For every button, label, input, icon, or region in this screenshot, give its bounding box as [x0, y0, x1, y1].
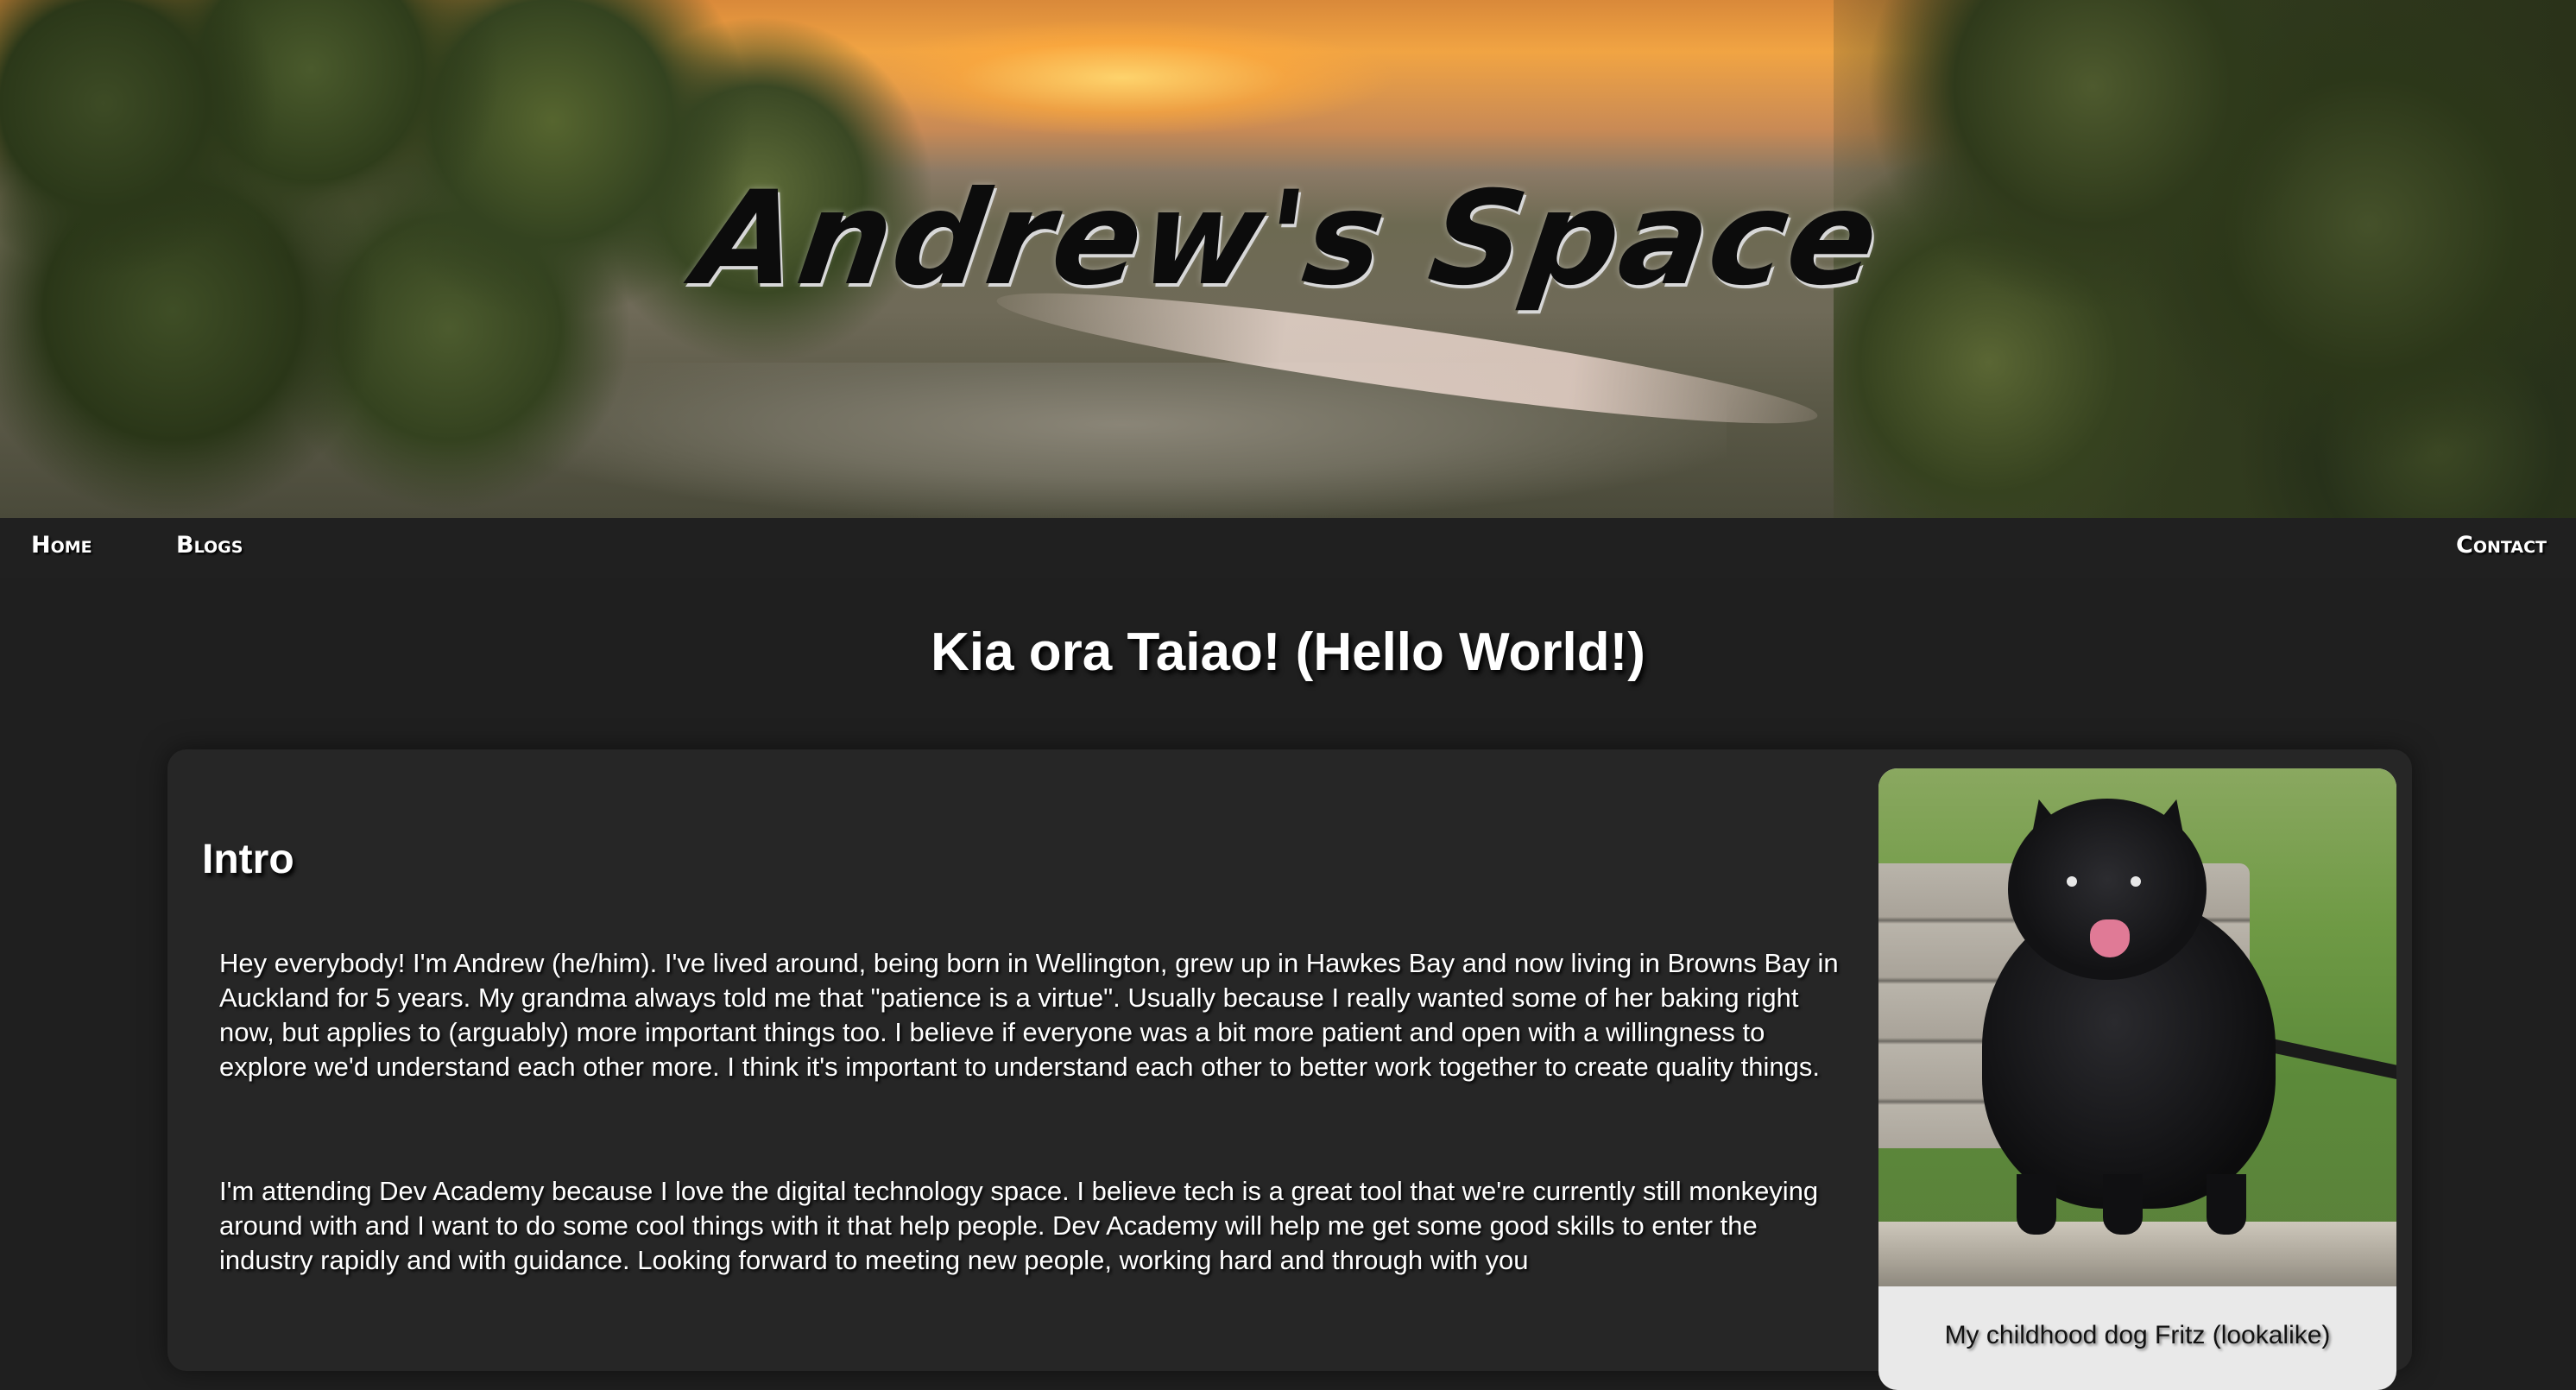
intro-paragraph-1: Hey everybody! I'm Andrew (he/him). I've…	[219, 948, 1839, 1082]
dog-photo-card: My childhood dog Fritz (lookalike)	[1878, 768, 2396, 1390]
dog-leg	[2207, 1174, 2246, 1235]
dog-eye-right	[2131, 876, 2141, 887]
nav-link-contact[interactable]: Contact	[2456, 532, 2547, 559]
intro-card: Intro Hey everybody! I'm Andrew (he/him)…	[167, 749, 2412, 1390]
dog-photo	[1878, 768, 2396, 1286]
page-title: Kia ora Taiao! (Hello World!)	[931, 622, 1645, 682]
dog-eye-left	[2067, 876, 2077, 887]
dog-leg	[2017, 1174, 2056, 1235]
bench-seat	[1878, 1222, 2396, 1286]
dog-tongue	[2090, 919, 2130, 957]
nav-link-blogs[interactable]: Blogs	[176, 532, 243, 559]
photo-caption: My childhood dog Fritz (lookalike)	[1944, 1321, 2331, 1349]
header-banner: Andrew's Space	[0, 0, 2576, 518]
intro-paragraph-2: I'm attending Dev Academy because I love…	[219, 1176, 1819, 1275]
nav-link-home[interactable]: Home	[31, 532, 92, 559]
dog-leg	[2103, 1174, 2143, 1235]
top-nav: Home Blogs Contact	[0, 518, 2576, 578]
site-title: Andrew's Space	[687, 164, 1889, 314]
intro-heading: Intro	[202, 837, 294, 882]
